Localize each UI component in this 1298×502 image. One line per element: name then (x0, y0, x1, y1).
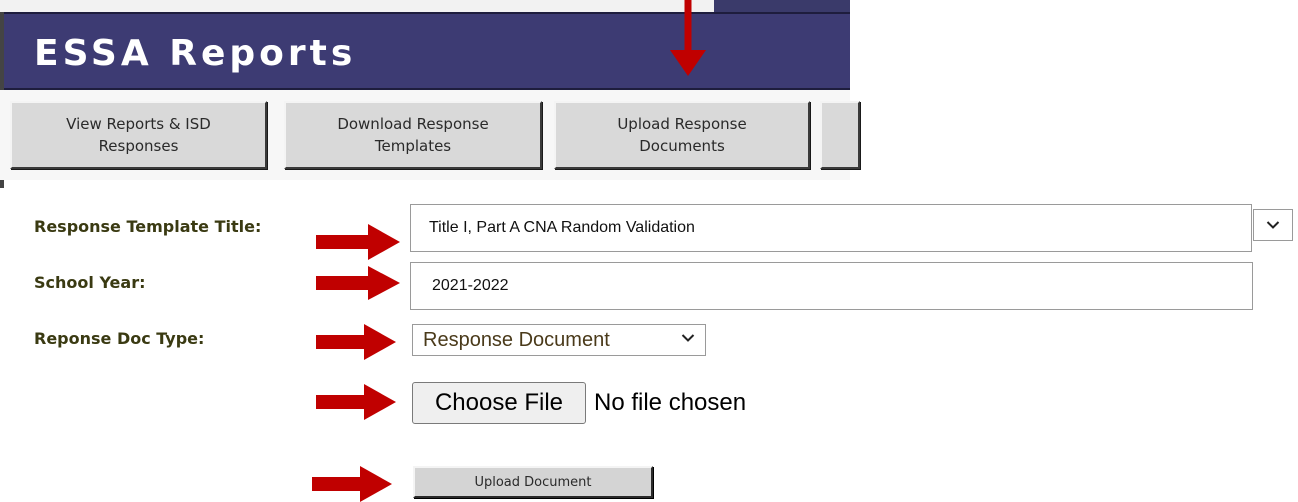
top-strip-accent (714, 0, 850, 12)
tab-view-reports[interactable]: View Reports & ISD Responses (10, 101, 267, 169)
tab-upload-documents[interactable]: Upload Response Documents (554, 101, 810, 169)
red-arrow-right-icon (316, 224, 400, 260)
tab-download-templates[interactable]: Download Response Templates (284, 101, 542, 169)
school-year-value: 2021-2022 (432, 277, 509, 294)
upload-document-button[interactable]: Upload Document (413, 466, 653, 498)
top-strip (0, 0, 850, 12)
template-title-dropdown-button[interactable] (1253, 209, 1293, 241)
tab-bar: View Reports & ISD Responses Download Re… (0, 90, 860, 180)
tab-label: Download Response Templates (337, 115, 489, 155)
template-title-select[interactable]: Title I, Part A CNA Random Validation (410, 204, 1252, 252)
doc-type-value: Response Document (423, 328, 610, 351)
tab-label: Upload Response Documents (617, 115, 747, 155)
chevron-down-icon (1266, 221, 1280, 229)
red-arrow-down-icon (670, 0, 706, 76)
school-year-label: School Year: (34, 273, 146, 292)
template-title-value: Title I, Part A CNA Random Validation (429, 219, 695, 236)
header-banner: ESSA Reports (0, 12, 850, 90)
choose-file-button[interactable]: Choose File (412, 382, 586, 424)
doc-type-label: Reponse Doc Type: (34, 329, 205, 348)
red-arrow-right-icon (312, 466, 392, 502)
doc-type-select[interactable]: Response Document (412, 324, 706, 356)
template-title-label: Response Template Title: (34, 217, 262, 236)
chevron-down-icon (681, 334, 695, 342)
school-year-field[interactable]: 2021-2022 (410, 262, 1253, 310)
red-arrow-right-icon (316, 324, 396, 360)
red-arrow-right-icon (316, 266, 400, 300)
red-arrow-right-icon (316, 384, 396, 420)
page-title: ESSA Reports (34, 33, 357, 74)
tab-label: View Reports & ISD Responses (66, 115, 211, 155)
file-status-text: No file chosen (594, 389, 747, 416)
tab-partial[interactable] (820, 101, 860, 169)
